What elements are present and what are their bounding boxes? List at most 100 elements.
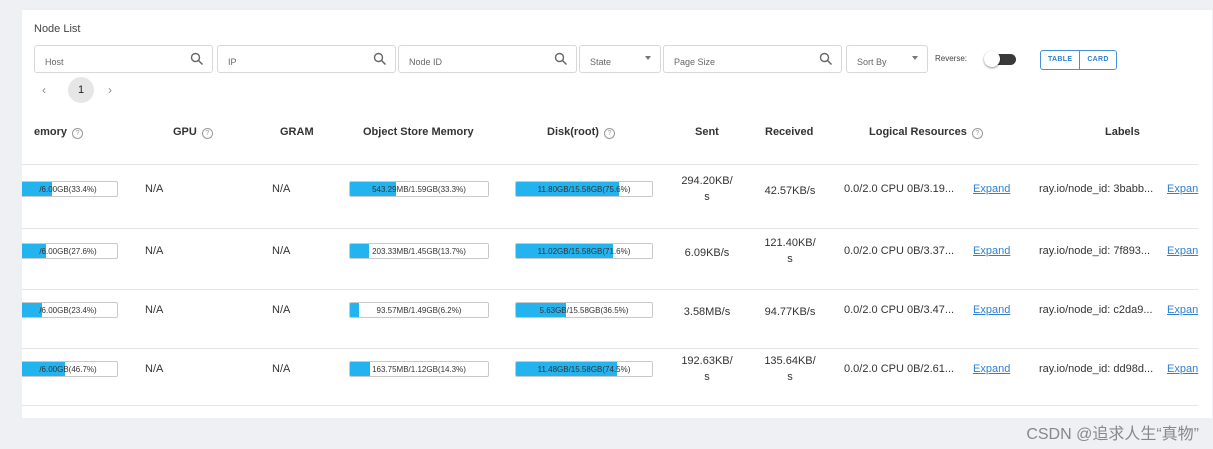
sent-value: 6.09KB/s bbox=[684, 247, 730, 259]
gpu-value: N/A bbox=[145, 304, 164, 316]
node-label-value: ray.io/node_id: dd98d... bbox=[1039, 363, 1154, 375]
disk-usage-bar: 11.80GB/15.58GB(75.6%) bbox=[515, 181, 653, 197]
disk-usage-bar-text: 11.80GB/15.58GB(75.6%) bbox=[537, 185, 631, 194]
help-icon[interactable]: ? bbox=[72, 128, 84, 139]
sort-by-select[interactable]: Sort By bbox=[846, 45, 928, 73]
disk-usage-bar-text: 5.63GB/15.58GB(36.5%) bbox=[539, 306, 629, 315]
row-divider bbox=[22, 289, 1198, 290]
page-1-button[interactable]: 1 bbox=[68, 77, 94, 103]
labels-expand-link[interactable]: Expan bbox=[1167, 183, 1198, 195]
node-label-value: ray.io/node_id: c2da9... bbox=[1039, 304, 1153, 316]
card-view-button[interactable]: CARD bbox=[1079, 51, 1115, 69]
header-received[interactable]: Received bbox=[765, 126, 813, 138]
memory-usage-bar: /6.00GB(33.4%) bbox=[22, 181, 118, 197]
disk-usage-bar-text: 11.02GB/15.58GB(71.6%) bbox=[537, 247, 631, 256]
object-store-bar: 543.29MB/1.59GB(33.3%) bbox=[349, 181, 489, 197]
disk-usage-bar: 11.48GB/15.58GB(74.5%) bbox=[515, 361, 653, 377]
ip-search-input[interactable]: IP bbox=[217, 45, 396, 73]
memory-usage-bar: /6.00GB(23.4%) bbox=[22, 302, 118, 318]
header-disk-label: Disk(root) bbox=[547, 126, 599, 138]
toggle-knob bbox=[984, 51, 1000, 67]
sent-value: 192.63KB/s bbox=[681, 355, 733, 383]
header-received-label: Received bbox=[765, 126, 814, 138]
reverse-label: Reverse: bbox=[935, 54, 968, 63]
node-id-placeholder: Node ID bbox=[409, 57, 443, 67]
header-gpu-label: GPU bbox=[173, 126, 197, 138]
labels-expand-link[interactable]: Expan bbox=[1167, 304, 1198, 316]
header-memory[interactable]: emory? bbox=[34, 126, 84, 139]
logical-resources-expand-link[interactable]: Expand bbox=[973, 183, 1010, 195]
search-icon bbox=[190, 52, 204, 66]
row-divider bbox=[22, 228, 1198, 229]
memory-usage-bar-text: /6.00GB(27.6%) bbox=[39, 247, 97, 256]
help-icon[interactable]: ? bbox=[971, 128, 983, 139]
header-labels[interactable]: Labels bbox=[1105, 126, 1140, 138]
header-labels-label: Labels bbox=[1105, 126, 1140, 138]
memory-usage-bar-text: /6.00GB(23.4%) bbox=[39, 306, 97, 315]
gpu-value: N/A bbox=[145, 363, 164, 375]
page-size-input[interactable]: Page Size bbox=[663, 45, 842, 73]
gram-value: N/A bbox=[272, 245, 291, 257]
disk-usage-bar: 11.02GB/15.58GB(71.6%) bbox=[515, 243, 653, 259]
logical-resources-value: 0.0/2.0 CPU 0B/3.37... bbox=[844, 245, 955, 257]
reverse-toggle[interactable] bbox=[984, 51, 1022, 67]
object-store-bar-text: 163.75MB/1.12GB(14.3%) bbox=[372, 365, 466, 374]
labels-expand-link[interactable]: Expan bbox=[1167, 363, 1198, 375]
memory-usage-bar: /6.00GB(46.7%) bbox=[22, 361, 118, 377]
object-store-bar-text: 543.29MB/1.59GB(33.3%) bbox=[372, 185, 466, 194]
watermark: CSDN @追求人生“真物” bbox=[1026, 426, 1199, 443]
gpu-value: N/A bbox=[145, 245, 164, 257]
node-list-panel: Node List Host IP Node ID State Page Siz… bbox=[22, 10, 1212, 418]
sent-value: 294.20KB/s bbox=[681, 175, 733, 203]
object-store-bar: 163.75MB/1.12GB(14.3%) bbox=[349, 361, 489, 377]
header-disk[interactable]: Disk(root)? bbox=[547, 126, 615, 139]
table-view-button[interactable]: TABLE bbox=[1041, 51, 1079, 69]
search-icon bbox=[554, 52, 568, 66]
row-divider bbox=[22, 348, 1198, 349]
header-memory-label: emory bbox=[34, 126, 68, 138]
header-sent-label: Sent bbox=[695, 126, 719, 138]
header-gram-label: GRAM bbox=[280, 126, 314, 138]
received-value: 121.40KB/s bbox=[764, 237, 816, 265]
disk-usage-bar: 5.63GB/15.58GB(36.5%) bbox=[515, 302, 653, 318]
header-sent[interactable]: Sent bbox=[695, 126, 719, 138]
state-select-label: State bbox=[590, 57, 612, 67]
prev-page-button[interactable]: ‹ bbox=[42, 83, 46, 97]
object-store-bar-text: 93.57MB/1.49GB(6.2%) bbox=[376, 306, 462, 315]
chevron-down-icon bbox=[645, 56, 651, 60]
logical-resources-expand-link[interactable]: Expand bbox=[973, 363, 1010, 375]
node-id-search-input[interactable]: Node ID bbox=[398, 45, 577, 73]
state-select[interactable]: State bbox=[579, 45, 661, 73]
gram-value: N/A bbox=[272, 363, 291, 375]
host-search-input[interactable]: Host bbox=[34, 45, 213, 73]
memory-usage-bar-text: /6.00GB(46.7%) bbox=[39, 365, 97, 374]
sent-value: 3.58MB/s bbox=[683, 306, 731, 318]
received-value: 42.57KB/s bbox=[764, 185, 816, 197]
chevron-down-icon bbox=[912, 56, 918, 60]
header-logical-label: Logical Resources bbox=[869, 126, 967, 138]
header-gpu[interactable]: GPU? bbox=[173, 126, 213, 139]
page-size-placeholder: Page Size bbox=[674, 57, 716, 67]
logical-resources-expand-link[interactable]: Expand bbox=[973, 245, 1010, 257]
row-divider bbox=[22, 405, 1198, 406]
sort-by-label: Sort By bbox=[857, 57, 887, 67]
next-page-button[interactable]: › bbox=[108, 83, 112, 97]
logical-resources-value: 0.0/2.0 CPU 0B/2.61... bbox=[844, 363, 955, 375]
header-object-store-label: Object Store Memory bbox=[363, 126, 474, 138]
received-value: 135.64KB/s bbox=[764, 355, 816, 383]
labels-expand-link[interactable]: Expan bbox=[1167, 245, 1198, 257]
gram-value: N/A bbox=[272, 183, 291, 195]
object-store-bar: 203.33MB/1.45GB(13.7%) bbox=[349, 243, 489, 259]
header-gram[interactable]: GRAM bbox=[280, 126, 314, 138]
logical-resources-expand-link[interactable]: Expand bbox=[973, 304, 1010, 316]
logical-resources-value: 0.0/2.0 CPU 0B/3.19... bbox=[844, 183, 955, 195]
logical-resources-value: 0.0/2.0 CPU 0B/3.47... bbox=[844, 304, 955, 316]
header-object-store-memory[interactable]: Object Store Memory bbox=[363, 126, 474, 138]
node-label-value: ray.io/node_id: 7f893... bbox=[1039, 245, 1151, 257]
help-icon[interactable]: ? bbox=[603, 128, 615, 139]
help-icon[interactable]: ? bbox=[201, 128, 213, 139]
gpu-value: N/A bbox=[145, 183, 164, 195]
header-logical-resources[interactable]: Logical Resources? bbox=[869, 126, 983, 139]
search-icon bbox=[819, 52, 833, 66]
object-store-bar-text: 203.33MB/1.45GB(13.7%) bbox=[372, 247, 466, 256]
